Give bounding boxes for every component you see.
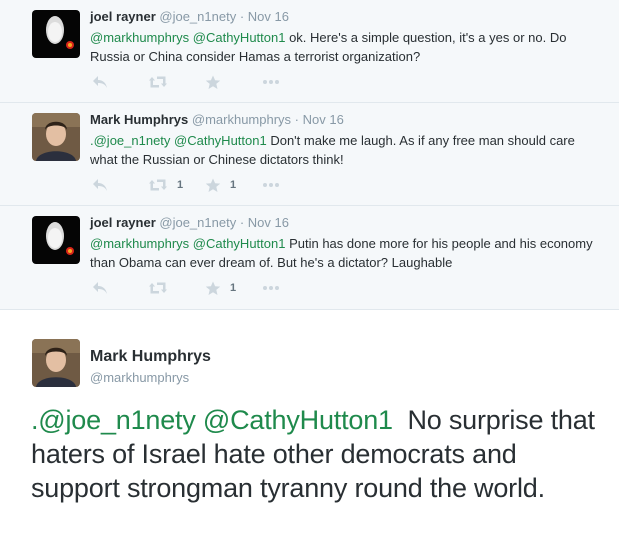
reply-arrow-icon xyxy=(93,179,107,191)
mention-links[interactable]: .@joe_n1nety @CathyHutton1 xyxy=(31,405,393,435)
username[interactable]: @markhumphrys xyxy=(192,112,291,127)
mention-links[interactable]: @markhumphrys @CathyHutton1 xyxy=(90,236,285,251)
username[interactable]: @markhumphrys xyxy=(90,370,189,385)
tweet-reply-joel-2[interactable]: joel rayner @joe_n1nety · Nov 16 @markhu… xyxy=(0,206,619,310)
avatar-joel[interactable] xyxy=(32,10,80,58)
tweet-actions xyxy=(92,74,352,90)
more-dots-icon xyxy=(263,183,279,187)
display-name[interactable]: Mark Humphrys xyxy=(90,348,211,366)
avatar-joel[interactable] xyxy=(32,216,80,264)
tweet-text: .@joe_n1nety @CathyHutton1 Don't make me… xyxy=(90,131,600,169)
retweet-button[interactable]: 1 xyxy=(148,177,183,193)
reply-button[interactable] xyxy=(92,280,108,296)
reply-arrow-icon xyxy=(93,76,107,88)
more-button[interactable] xyxy=(262,74,280,90)
mention-links[interactable]: .@joe_n1nety @CathyHutton1 xyxy=(90,133,267,148)
favorite-button[interactable]: 1 xyxy=(205,280,236,296)
tweet-header: joel rayner @joe_n1nety · Nov 16 xyxy=(90,215,289,230)
tweet-actions: 1 xyxy=(92,280,352,296)
reply-thread: joel rayner @joe_n1nety · Nov 16 @markhu… xyxy=(0,0,619,310)
more-dots-icon xyxy=(263,286,279,290)
main-tweet: Mark Humphrys @markhumphrys .@joe_n1nety… xyxy=(0,310,619,548)
tweet-actions: 1 1 xyxy=(92,177,352,193)
tweet-text: .@joe_n1nety @CathyHutton1 No surprise t… xyxy=(31,403,601,505)
reply-button[interactable] xyxy=(92,177,108,193)
tweet-reply-joel-1[interactable]: joel rayner @joe_n1nety · Nov 16 @markhu… xyxy=(0,0,619,103)
tweet-header: joel rayner @joe_n1nety · Nov 16 xyxy=(90,9,289,24)
retweet-count: 1 xyxy=(177,179,184,191)
star-icon xyxy=(205,281,221,295)
retweet-button[interactable] xyxy=(148,280,177,296)
favorite-button[interactable]: 1 xyxy=(205,177,236,193)
favorite-count: 1 xyxy=(230,282,237,294)
retweet-icon xyxy=(149,179,167,191)
retweet-button[interactable] xyxy=(148,74,177,90)
timestamp[interactable]: Nov 16 xyxy=(248,9,289,24)
favorite-count: 1 xyxy=(230,179,237,191)
retweet-icon xyxy=(149,282,167,294)
more-button[interactable] xyxy=(262,280,280,296)
timestamp[interactable]: Nov 16 xyxy=(303,112,344,127)
star-icon xyxy=(205,178,221,192)
username[interactable]: @joe_n1nety xyxy=(159,215,236,230)
avatar-mark[interactable] xyxy=(32,113,80,161)
more-button[interactable] xyxy=(262,177,280,193)
avatar-mark[interactable] xyxy=(32,339,80,387)
retweet-icon xyxy=(149,76,167,88)
reply-button[interactable] xyxy=(92,74,108,90)
tweet-text: @markhumphrys @CathyHutton1 ok. Here's a… xyxy=(90,28,600,66)
reply-arrow-icon xyxy=(93,282,107,294)
username[interactable]: @joe_n1nety xyxy=(159,9,236,24)
tweet-header: Mark Humphrys @markhumphrys · Nov 16 xyxy=(90,112,344,127)
tweet-reply-mark[interactable]: Mark Humphrys @markhumphrys · Nov 16 .@j… xyxy=(0,103,619,206)
more-dots-icon xyxy=(263,80,279,84)
mention-links[interactable]: @markhumphrys @CathyHutton1 xyxy=(90,30,285,45)
display-name[interactable]: Mark Humphrys xyxy=(90,112,188,127)
tweet-text: @markhumphrys @CathyHutton1 Putin has do… xyxy=(90,234,600,272)
display-name[interactable]: joel rayner xyxy=(90,215,156,230)
favorite-button[interactable] xyxy=(205,74,230,90)
star-icon xyxy=(205,75,221,89)
timestamp[interactable]: Nov 16 xyxy=(248,215,289,230)
display-name[interactable]: joel rayner xyxy=(90,9,156,24)
